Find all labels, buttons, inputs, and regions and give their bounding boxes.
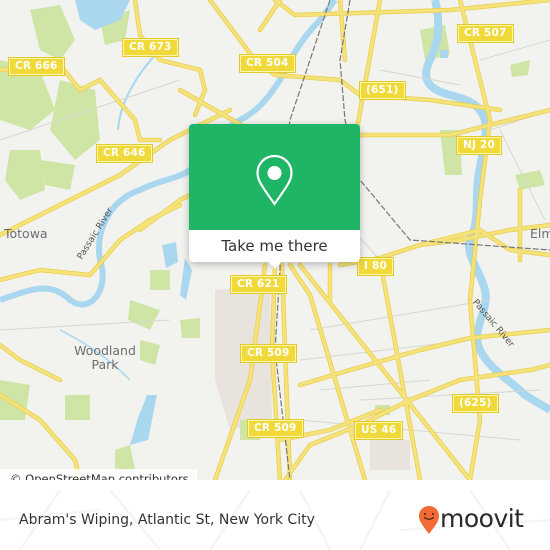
place-label-totowa: Totowa: [4, 226, 48, 241]
place-label-line: Woodland: [74, 343, 136, 358]
lake: [162, 242, 178, 268]
road: [280, 263, 292, 480]
park: [30, 5, 75, 60]
road-label: CR 666: [8, 57, 65, 76]
road-label: CR 673: [122, 38, 179, 57]
lake: [130, 395, 157, 445]
moovit-wordmark: moovit: [440, 504, 524, 533]
road-label: CR 509: [240, 344, 297, 363]
passaic-river: [422, 0, 550, 414]
road-label: NJ 20: [456, 136, 502, 155]
take-me-there-button[interactable]: Take me there: [189, 230, 360, 262]
road: [328, 108, 550, 137]
moovit-logo[interactable]: moovit: [418, 502, 538, 538]
road-label: CR 504: [239, 54, 296, 73]
osm-attribution[interactable]: © OpenStreetMap contributors: [0, 469, 197, 480]
map-canvas[interactable]: CR 666 CR 673 CR 504 CR 507 (651) CR 646…: [0, 0, 550, 480]
park: [128, 300, 160, 330]
road-label: US 46: [353, 421, 404, 440]
place-label-line: Park: [91, 357, 119, 372]
map-pin-icon: [256, 154, 293, 206]
road-label: CR 507: [457, 24, 514, 43]
park: [510, 60, 530, 77]
stream: [117, 49, 161, 131]
road-label: CR 509: [247, 419, 304, 438]
place-label-elmwood-park: Elm: [530, 226, 550, 241]
popup-pointer: [267, 260, 283, 269]
road: [258, 0, 282, 32]
park: [115, 445, 135, 470]
park: [50, 80, 100, 160]
park: [140, 340, 160, 365]
popup-header: [189, 124, 360, 230]
place-label-woodland-park: Woodland Park: [72, 344, 138, 372]
road-label: CR 621: [230, 275, 287, 294]
park: [150, 270, 170, 290]
park: [515, 170, 545, 190]
lake: [440, 50, 448, 58]
lake: [180, 258, 192, 300]
urban-area: [370, 440, 410, 470]
park: [180, 318, 200, 338]
park: [40, 160, 75, 190]
road-label: (625): [452, 394, 499, 413]
road-label: I 80: [357, 257, 394, 276]
place-name: Abram's Wiping, Atlantic St, New York Ci…: [19, 512, 315, 528]
road-label: (651): [359, 81, 406, 100]
footer-bar: Abram's Wiping, Atlantic St, New York Ci…: [0, 490, 550, 550]
take-me-there-popup[interactable]: Take me there: [189, 124, 360, 269]
road-label: CR 646: [96, 144, 153, 163]
park: [65, 395, 90, 420]
park: [5, 150, 45, 200]
moovit-logo-icon: [419, 506, 439, 534]
